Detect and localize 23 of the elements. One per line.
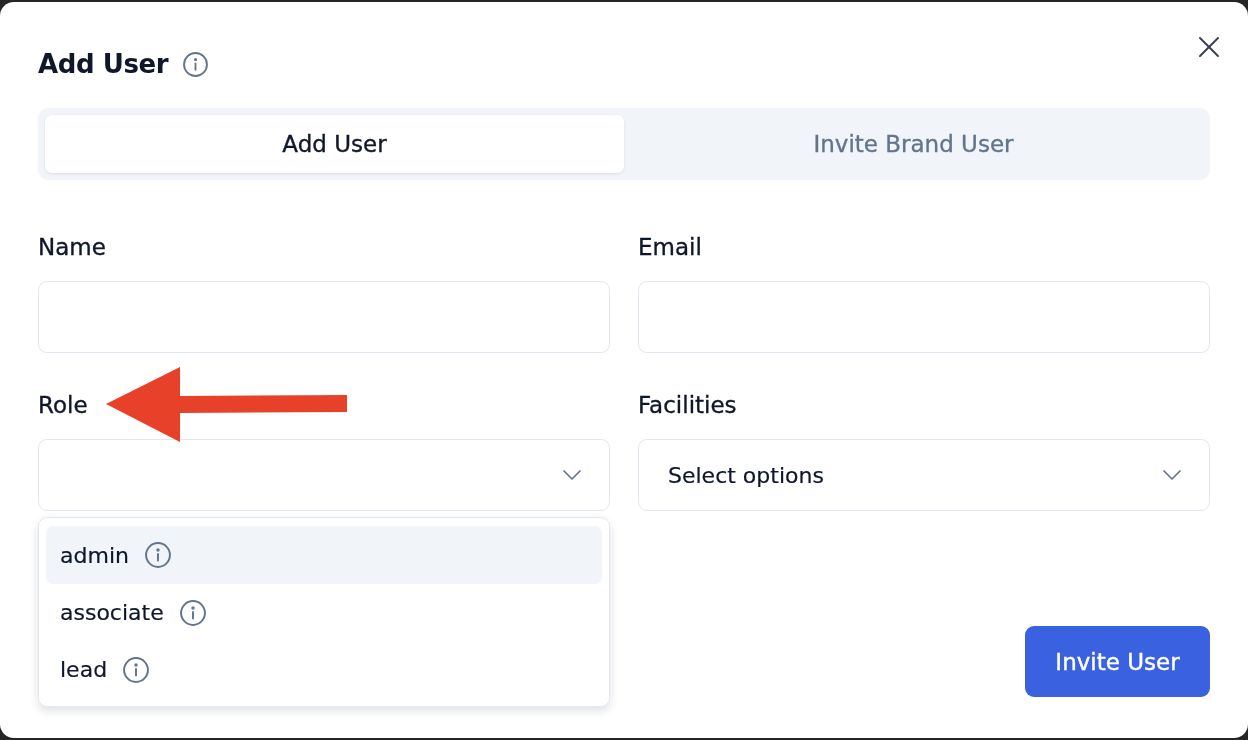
field-label: Name: [38, 233, 106, 261]
chevron-down-icon: [1163, 470, 1181, 480]
text-input[interactable]: [638, 281, 1210, 353]
menu-option[interactable]: lead: [46, 641, 602, 698]
invite-button[interactable]: Invite User: [1025, 626, 1210, 697]
info-icon: [179, 599, 206, 626]
close-icon: [1197, 35, 1221, 59]
tab[interactable]: Invite Brand User: [624, 115, 1203, 173]
info-icon: [123, 656, 150, 683]
field-label: Facilities: [638, 391, 737, 419]
select-field[interactable]: Select options: [638, 439, 1210, 511]
menu-option[interactable]: admin: [46, 526, 602, 584]
info-icon: [144, 542, 171, 568]
menu-option[interactable]: associate: [46, 584, 602, 641]
tab[interactable]: Add User: [45, 115, 624, 173]
dialog-title: Add User: [38, 48, 169, 80]
chevron-down-icon: [563, 470, 581, 480]
select-field[interactable]: [38, 439, 610, 511]
field-label: Email: [638, 233, 702, 261]
text-input[interactable]: [38, 281, 610, 353]
info-icon: [183, 51, 209, 77]
close-button[interactable]: [1197, 35, 1221, 59]
field-label: Role: [38, 391, 88, 419]
